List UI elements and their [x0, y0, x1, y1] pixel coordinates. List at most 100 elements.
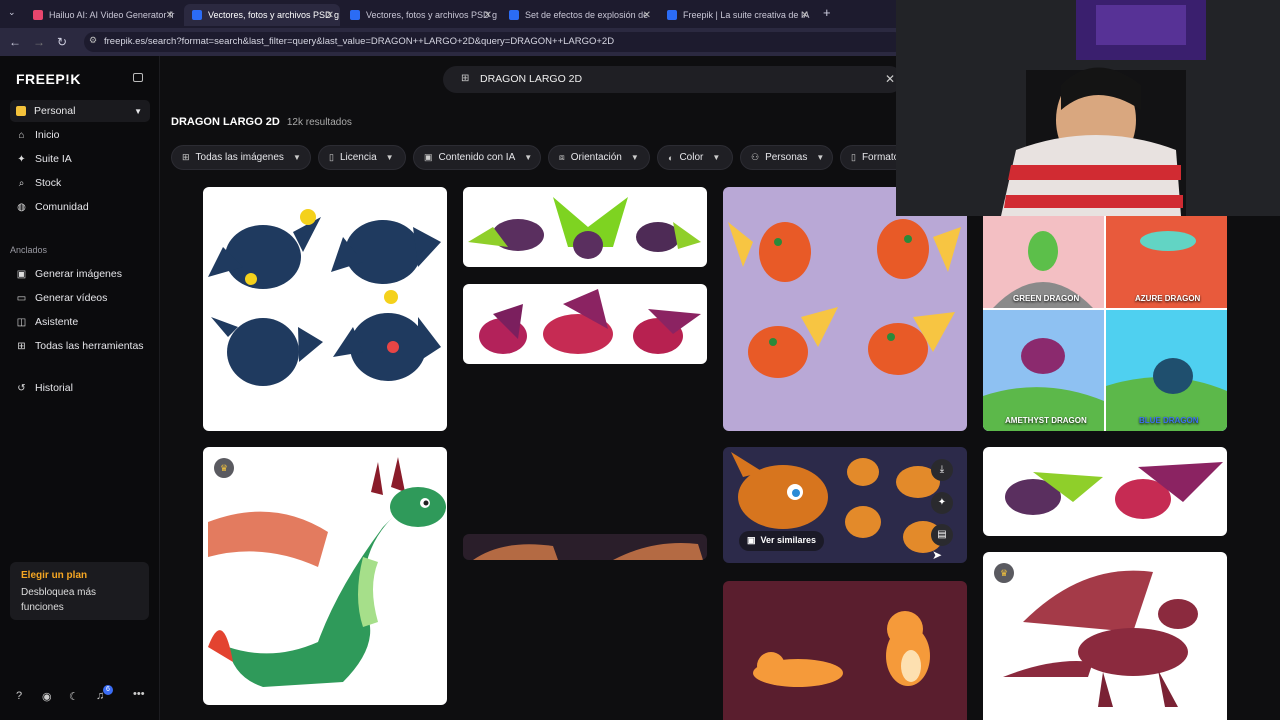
tab-freepik-suite[interactable]: Freepik | La suite creativa de IA ✕	[659, 4, 815, 26]
chevron-down-icon: ▼	[524, 153, 533, 162]
chevron-down-icon: ▼	[292, 153, 301, 162]
globe-icon: ◍	[17, 201, 26, 213]
help-icon[interactable]: ?	[16, 690, 22, 702]
search-input[interactable]: ⊞ DRAGON LARGO 2D ✕	[443, 66, 903, 93]
sidebar-item-label: Historial	[35, 382, 73, 394]
result-card-purple-green-dragons[interactable]	[463, 187, 707, 267]
result-card-orange-dragons[interactable]	[723, 187, 967, 431]
hailuo-favicon-icon	[33, 10, 43, 20]
result-card-loading[interactable]	[463, 534, 707, 560]
caption-green-dragon: GREEN DRAGON	[1013, 294, 1080, 303]
result-card-green-dragon[interactable]: ♛	[203, 447, 447, 705]
search-icon: ⌕	[18, 177, 25, 189]
tab-hailuo[interactable]: Hailuo AI: AI Video Generator fr ✕	[25, 4, 180, 26]
red-wyvern-illustration	[1003, 570, 1198, 707]
premium-crown-icon: ♛	[214, 458, 234, 478]
tab-list-chevron-icon[interactable]: ⌄	[8, 7, 16, 18]
home-icon: ⌂	[18, 129, 25, 141]
tab-vectores-active[interactable]: Vectores, fotos y archivos PSD g ✕	[184, 4, 340, 26]
sidebar-item-asistente[interactable]: ◫ Asistente	[16, 316, 78, 328]
assistant-icon: ◫	[16, 316, 27, 328]
new-tab-button[interactable]: +	[823, 5, 831, 20]
dark-mode-icon[interactable]: ☾	[69, 690, 79, 703]
plan-description: Desbloquea más funciones	[21, 587, 97, 613]
sidebar-item-generar-videos[interactable]: ▭ Generar vídeos	[16, 292, 108, 304]
tab-title: Vectores, fotos y archivos PSD g	[366, 10, 498, 20]
tab-vectores[interactable]: Vectores, fotos y archivos PSD g ✕	[342, 4, 498, 26]
image-icon: ▣	[16, 268, 27, 280]
result-card-red-dragons[interactable]	[463, 284, 707, 364]
sidebar-item-historial[interactable]: ↺ Historial	[16, 382, 73, 394]
sidebar-item-label: Todas las herramientas	[35, 340, 144, 352]
green-dragon-illustration	[208, 457, 446, 687]
url-text: freepik.es/search?format=search&last_fil…	[104, 36, 615, 47]
upgrade-plan-card[interactable]: Elegir un plan Desbloquea más funciones	[10, 562, 149, 620]
close-tab-icon[interactable]: ✕	[801, 10, 809, 21]
chevron-down-icon: ▼	[630, 153, 639, 162]
filter-color[interactable]: ◐ Color ▼	[657, 145, 733, 170]
filter-todas-imagenes[interactable]: ⊞ Todas las imágenes ▼	[171, 145, 311, 170]
filter-orientacion[interactable]: ⧈ Orientación ▼	[548, 145, 650, 170]
url-field[interactable]: ⚙ freepik.es/search?format=search&last_f…	[84, 32, 904, 52]
filter-label: Personas	[765, 152, 808, 163]
close-tab-icon[interactable]: ✕	[166, 10, 174, 21]
result-card-dragon-types[interactable]: GREEN DRAGON AZURE DRAGON AMETHYST DRAGO…	[983, 216, 1227, 431]
collapse-sidebar-icon[interactable]	[133, 73, 143, 82]
sidebar: FREEP!K Personal ▼ ⌂ Inicio ✦ Suite IA ⌕…	[0, 56, 160, 720]
result-card-blue-dragons[interactable]	[203, 187, 447, 431]
sidebar-item-generar-imagenes[interactable]: ▣ Generar imágenes	[16, 268, 122, 280]
close-tab-icon[interactable]: ✕	[326, 10, 334, 21]
filter-label: Contenido con IA	[438, 152, 516, 163]
sidebar-item-label: Stock	[35, 177, 62, 189]
discord-icon[interactable]: ◉	[42, 690, 52, 703]
sidebar-item-label: Suite IA	[35, 153, 72, 165]
site-settings-icon[interactable]: ⚙	[89, 35, 97, 46]
workspace-avatar-icon	[16, 106, 26, 116]
filter-personas[interactable]: ⚇ Personas ▼	[740, 145, 833, 170]
workspace-selector[interactable]: Personal ▼	[10, 100, 150, 122]
freepik-logo[interactable]: FREEP!K	[16, 71, 81, 87]
ai-content-icon: ▣	[424, 152, 433, 162]
filter-label: Licencia	[339, 152, 377, 163]
results-title: DRAGON LARGO 2D	[171, 116, 280, 128]
caption-azure-dragon: AZURE DRAGON	[1135, 294, 1201, 303]
result-card-winged-dragons[interactable]	[983, 447, 1227, 536]
purple-green-dragons-illustration	[468, 197, 701, 259]
sidebar-item-label: Generar imágenes	[35, 268, 122, 280]
sidebar-item-suite-ia[interactable]: ✦ Suite IA	[16, 153, 72, 165]
sidebar-item-label: Asistente	[35, 316, 79, 328]
mouse-cursor-icon: ➤	[932, 548, 943, 562]
tab-explosion[interactable]: Set de efectos de explosión de ✕	[501, 4, 657, 26]
more-options-icon[interactable]: •••	[133, 688, 145, 700]
result-card-baby-dragons[interactable]	[723, 581, 967, 720]
sidebar-item-inicio[interactable]: ⌂ Inicio	[16, 129, 59, 141]
reload-icon[interactable]: ↻	[57, 35, 67, 49]
filter-label: Orientación	[570, 152, 622, 163]
close-tab-icon[interactable]: ✕	[484, 10, 492, 21]
tab-title: Freepik | La suite creativa de IA	[683, 10, 810, 20]
tab-title: Hailuo AI: AI Video Generator fr	[49, 10, 175, 20]
chevron-down-icon: ▼	[134, 106, 142, 116]
sidebar-item-comunidad[interactable]: ◍ Comunidad	[16, 201, 89, 213]
orange-dragon-illustration	[728, 219, 961, 378]
file-icon: ▯	[851, 152, 856, 162]
sidebar-item-label: Generar vídeos	[35, 292, 108, 304]
filter-contenido-ia[interactable]: ▣ Contenido con IA ▼	[413, 145, 541, 170]
result-card-red-wyvern[interactable]: ♛	[983, 552, 1227, 720]
sidebar-item-stock[interactable]: ⌕ Stock	[16, 177, 62, 189]
edit-ai-icon[interactable]: ✦	[931, 492, 953, 514]
see-similar-button[interactable]: ▣ Ver similares	[739, 531, 825, 551]
chevron-down-icon: ▼	[712, 153, 721, 162]
forward-arrow-icon[interactable]: →	[33, 35, 45, 49]
close-tab-icon[interactable]: ✕	[643, 10, 651, 21]
webcam-overlay	[896, 0, 1280, 216]
filter-label: Formato	[861, 152, 900, 163]
image-search-icon[interactable]: ⊞	[461, 73, 469, 84]
back-arrow-icon[interactable]: ←	[9, 35, 21, 49]
filter-licencia[interactable]: ▯ Licencia ▼	[318, 145, 406, 170]
sidebar-item-todas-herramientas[interactable]: ⊞ Todas las herramientas	[16, 340, 144, 352]
grid-icon: ⊞	[17, 340, 26, 352]
save-collection-icon[interactable]: ▤	[931, 524, 953, 546]
clear-search-icon[interactable]: ✕	[885, 72, 895, 86]
download-icon[interactable]: ⤓	[931, 459, 953, 481]
